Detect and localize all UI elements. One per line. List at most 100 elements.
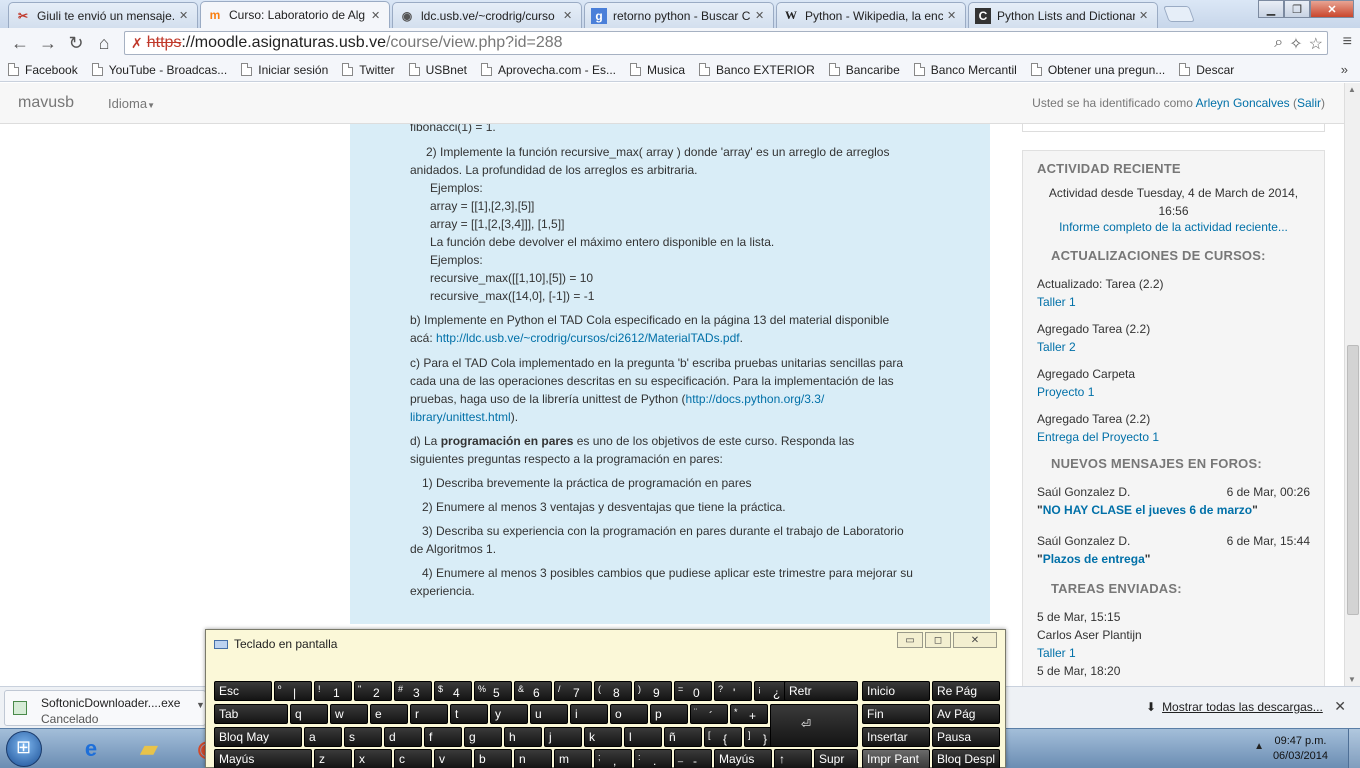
osk-key[interactable]: t [450, 704, 488, 724]
osk-key[interactable]: o [610, 704, 648, 724]
osk-key[interactable]: Supr [814, 749, 858, 768]
home-button[interactable]: ⌂ [90, 31, 118, 55]
osk-enter-key[interactable]: ⏎ [770, 704, 858, 747]
tab-python-lists[interactable]: C Python Lists and Dictionar ✕ [968, 2, 1158, 28]
bookmark-item[interactable]: USBnet [408, 63, 467, 77]
close-download-bar-button[interactable]: ✕ [1334, 698, 1346, 715]
tab-giuli-message[interactable]: ✂ Giuli te envió un mensaje. ✕ [8, 2, 198, 28]
bookmark-item[interactable]: Facebook [8, 63, 78, 77]
update-link[interactable]: Entrega del Proyecto 1 [1037, 430, 1159, 444]
tab-google-search[interactable]: g retorno python - Buscar C ✕ [584, 2, 774, 28]
window-close-button[interactable]: ✕ [1310, 0, 1354, 18]
osk-key[interactable]: Insertar [862, 727, 930, 747]
bookmark-item[interactable]: Iniciar sesión [241, 63, 328, 77]
osk-key[interactable]: :. [634, 749, 672, 768]
osk-key[interactable]: x [354, 749, 392, 768]
osk-key[interactable]: Bloq Despl [932, 749, 1000, 768]
osk-key[interactable]: /7 [554, 681, 592, 701]
osk-minimize-button[interactable]: ▭ [897, 632, 923, 648]
maximize-button[interactable]: ❐ [1284, 0, 1310, 18]
bookmark-item[interactable]: Aprovecha.com - Es... [480, 63, 616, 77]
tab-ldc-usb[interactable]: ◉ ldc.usb.ve/~crodrig/curso ✕ [392, 2, 582, 28]
osk-key[interactable]: #3 [394, 681, 432, 701]
user-profile-link[interactable]: Arleyn Goncalves [1196, 96, 1290, 110]
osk-key[interactable]: l [624, 727, 662, 747]
bookmark-item[interactable]: Banco EXTERIOR [699, 63, 815, 77]
broken-lock-icon[interactable]: ✗ [131, 35, 143, 52]
osk-key[interactable]: = 0 [674, 681, 712, 701]
close-icon[interactable]: ✕ [563, 9, 575, 22]
new-tab-button[interactable] [1163, 6, 1195, 22]
menu-icon[interactable]: ≡ [1343, 33, 1352, 51]
osk-key[interactable]: Esc [214, 681, 272, 701]
osk-key[interactable]: g [464, 727, 502, 747]
address-bar[interactable]: ✗ https://moodle.asignaturas.usb.ve/cour… [124, 31, 1328, 55]
osk-key[interactable]: $4 [434, 681, 472, 701]
osk-key[interactable]: ¨ ´ [690, 704, 728, 724]
osk-key[interactable]: k [584, 727, 622, 747]
close-icon[interactable]: ✕ [179, 9, 191, 22]
osk-key[interactable]: u [530, 704, 568, 724]
close-icon[interactable]: ✕ [371, 9, 383, 22]
chevron-down-icon[interactable]: ▼ [196, 700, 205, 710]
back-button[interactable]: ← [6, 31, 34, 55]
osk-key[interactable]: Re Pág [932, 681, 1000, 701]
osk-key[interactable]: Bloq May [214, 727, 302, 747]
language-menu[interactable]: Idioma▼ [108, 96, 155, 111]
osk-key[interactable]: b [474, 749, 512, 768]
bookmark-item[interactable]: Obtener una pregun... [1030, 63, 1165, 77]
osk-key[interactable]: Mayús [214, 749, 312, 768]
osk-key[interactable]: y [490, 704, 528, 724]
scroll-up-arrow[interactable]: ▲ [1348, 85, 1356, 94]
download-item[interactable]: SoftonicDownloader....exe Cancelado [4, 690, 206, 726]
osk-restore-button[interactable]: ◻ [925, 632, 951, 648]
osk-key[interactable]: [{ [704, 727, 742, 747]
minimize-button[interactable]: ▁ [1258, 0, 1284, 18]
tray-expand-icon[interactable]: ▲ [1254, 741, 1264, 752]
osk-key[interactable]: ñ [664, 727, 702, 747]
osk-key[interactable]: q [290, 704, 328, 724]
osk-key[interactable]: ! 1 [314, 681, 352, 701]
internet-explorer-icon[interactable]: e [64, 732, 118, 766]
update-link[interactable]: Taller 1 [1037, 295, 1076, 309]
explorer-folder-icon[interactable]: ▰ [122, 732, 176, 766]
osk-key[interactable]: & 6 [514, 681, 552, 701]
unittest-link-part2[interactable]: library/unittest.html [410, 410, 511, 424]
start-button[interactable] [6, 731, 42, 767]
update-link[interactable]: Proyecto 1 [1037, 385, 1094, 399]
task-link[interactable]: Taller 1 [1037, 646, 1076, 660]
unittest-link-part1[interactable]: http://docs.python.org/3.3/ [686, 392, 825, 406]
osk-key[interactable]: Mayús [714, 749, 772, 768]
osk-key[interactable]: Pausa [932, 727, 1000, 747]
bookmark-item[interactable]: Musica [630, 63, 685, 77]
close-icon[interactable]: ✕ [947, 9, 959, 22]
osk-key[interactable]: % 5 [474, 681, 512, 701]
scrollbar-thumb[interactable] [1347, 345, 1359, 615]
osk-key[interactable]: º | [274, 681, 312, 701]
show-desktop-button[interactable] [1348, 729, 1360, 768]
osk-key[interactable]: _ - [674, 749, 712, 768]
scroll-down-arrow[interactable]: ▼ [1348, 675, 1356, 684]
reload-button[interactable]: ↻ [62, 31, 90, 55]
osk-key[interactable]: f [424, 727, 462, 747]
bookmark-item[interactable]: Twitter [342, 63, 395, 77]
osk-key[interactable]: d [384, 727, 422, 747]
osk-close-button[interactable]: ✕ [953, 632, 997, 648]
osk-key[interactable]: n [514, 749, 552, 768]
osk-key[interactable]: ;, [594, 749, 632, 768]
star-icon[interactable]: ☆ [1309, 34, 1323, 54]
osk-key[interactable]: " 2 [354, 681, 392, 701]
osk-key[interactable]: p [650, 704, 688, 724]
osk-key[interactable]: j [544, 727, 582, 747]
full-report-link[interactable]: Informe completo de la actividad recient… [1059, 220, 1288, 234]
search-icon[interactable]: ⌕ [1274, 34, 1283, 54]
tab-wikipedia[interactable]: W Python - Wikipedia, la enc ✕ [776, 2, 966, 28]
osk-key[interactable]: ↑ [774, 749, 812, 768]
osk-key[interactable]: w [330, 704, 368, 724]
close-icon[interactable]: ✕ [1139, 9, 1151, 22]
osk-key[interactable]: Av Pág [932, 704, 1000, 724]
osk-key[interactable]: r [410, 704, 448, 724]
post-subject-link[interactable]: NO HAY CLASE el jueves 6 de marzo [1043, 503, 1252, 517]
osk-key[interactable]: Fin [862, 704, 930, 724]
bookmark-item[interactable]: Banco Mercantil [913, 63, 1017, 77]
